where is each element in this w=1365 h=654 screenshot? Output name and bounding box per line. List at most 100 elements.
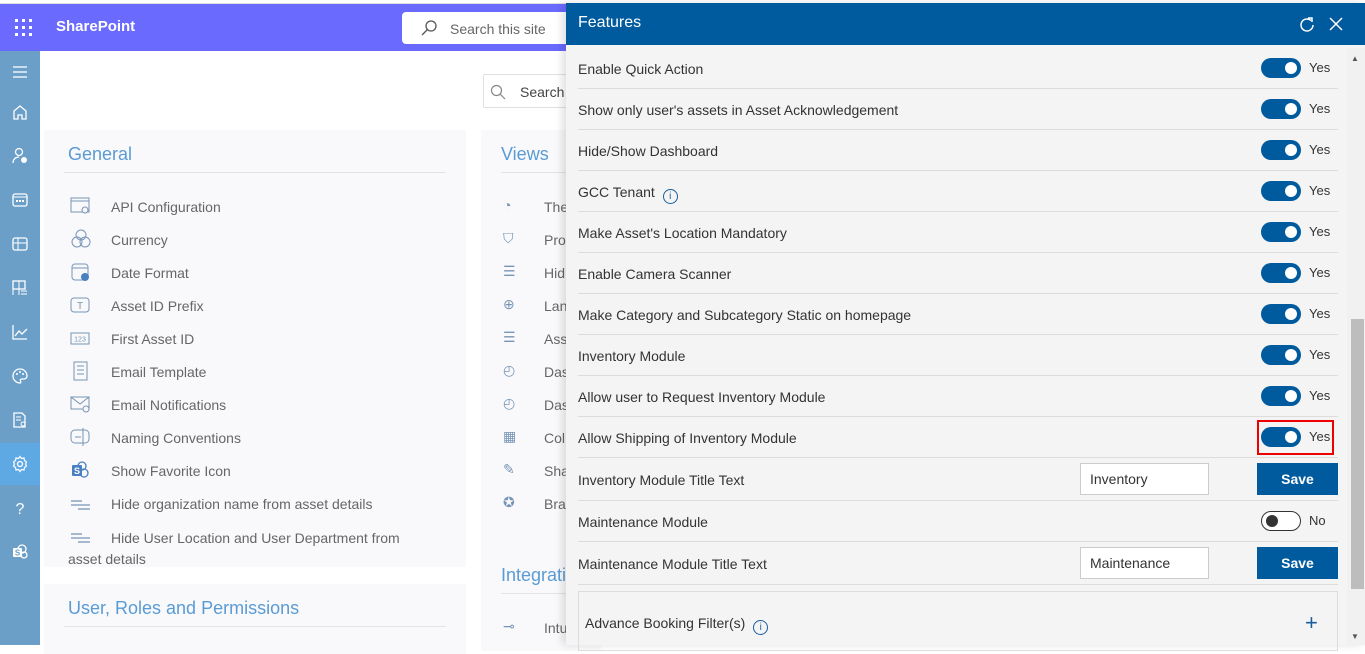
scroll-up-icon[interactable]: ▲: [1351, 54, 1359, 63]
views-item-label: Bra: [544, 496, 566, 512]
feature-row-inventory-title-text: Inventory Module Title Text Save: [578, 458, 1338, 501]
general-item-hide-organization-name[interactable]: Hide organization name from asset detail…: [68, 493, 456, 526]
info-icon[interactable]: i: [662, 189, 678, 204]
nav-settings[interactable]: [0, 443, 40, 485]
help-icon: ?: [16, 501, 25, 517]
app-name[interactable]: SharePoint: [56, 18, 135, 35]
general-item-email-template[interactable]: Email Template: [68, 361, 456, 394]
left-navigation: ? S: [0, 51, 40, 645]
general-item-show-favorite-icon[interactable]: S Show Favorite Icon: [68, 460, 456, 493]
palette-icon: ◔: [503, 197, 512, 213]
nav-calendar[interactable]: [0, 179, 40, 221]
general-item-currency[interactable]: Currency: [68, 229, 456, 262]
general-item-first-asset-id[interactable]: 123 First Asset ID: [68, 328, 456, 361]
general-item-asset-id-prefix[interactable]: T Asset ID Prefix: [68, 295, 456, 328]
feature-row-request-inventory: Allow user to Request Inventory Module Y…: [578, 376, 1338, 417]
gear-icon: [12, 455, 28, 473]
general-item-date-format[interactable]: Date Format: [68, 262, 456, 295]
features-list: Enable Quick Action Yes Show only user's…: [578, 48, 1338, 585]
feature-toggle[interactable]: [1261, 99, 1301, 119]
save-button[interactable]: Save: [1257, 547, 1338, 579]
feature-row-enable-camera-scanner: Enable Camera Scanner Yes: [578, 253, 1338, 294]
toggle-value: Yes: [1309, 306, 1331, 321]
app-launcher-icon[interactable]: [14, 18, 34, 38]
general-title: General: [68, 144, 133, 164]
views-title: Views: [501, 144, 549, 164]
nav-table[interactable]: [0, 223, 40, 265]
feature-row-category-static: Make Category and Subcategory Static on …: [578, 294, 1338, 335]
nav-user-settings[interactable]: [0, 135, 40, 177]
lines-icon: ☰: [503, 329, 516, 345]
refresh-icon[interactable]: [1297, 15, 1317, 35]
feature-toggle[interactable]: [1261, 58, 1301, 78]
feature-toggle[interactable]: [1261, 181, 1301, 201]
panel-scrollbar[interactable]: ▲ ▼: [1347, 48, 1365, 645]
inventory-title-input[interactable]: [1080, 463, 1209, 495]
views-item-label: Hid: [544, 265, 566, 281]
feature-toggle[interactable]: [1261, 304, 1301, 324]
feature-row-inventory-module: Inventory Module Yes: [578, 335, 1338, 376]
search-icon: [421, 20, 437, 36]
views-item-label: Ass: [544, 331, 568, 347]
maintenance-title-input[interactable]: [1080, 547, 1209, 579]
nav-chart[interactable]: [0, 311, 40, 353]
feature-toggle[interactable]: [1261, 386, 1301, 406]
feature-toggle[interactable]: [1261, 222, 1301, 242]
nav-themes[interactable]: [0, 355, 40, 397]
calendar-icon: [12, 193, 28, 207]
feature-toggle[interactable]: [1261, 140, 1301, 160]
general-item-label: Date Format: [111, 265, 189, 281]
feature-toggle[interactable]: [1261, 511, 1301, 531]
user-settings-icon: [12, 147, 27, 164]
svg-text:T: T: [77, 301, 83, 312]
general-item-email-notifications[interactable]: Email Notifications: [68, 394, 456, 427]
lines-icon: [71, 500, 90, 510]
toggle-value: Yes: [1309, 224, 1331, 239]
general-item-naming-conventions[interactable]: Naming Conventions: [68, 427, 456, 460]
list-grid-icon: [12, 280, 27, 295]
feature-row-gcc-tenant: GCC Tenant i Yes: [578, 171, 1338, 212]
home-icon: [13, 105, 27, 120]
sharepoint-icon: S: [72, 461, 89, 478]
toggle-value: Yes: [1309, 60, 1331, 75]
close-icon[interactable]: [1328, 16, 1344, 32]
general-item-label: Currency: [111, 232, 168, 248]
feature-label-wrap: Advance Booking Filter(s) i: [585, 615, 769, 635]
column-settings-icon: ▦: [503, 428, 517, 444]
user-roles-card: User, Roles and Permissions: [44, 584, 466, 654]
feature-toggle[interactable]: [1261, 427, 1301, 447]
add-icon[interactable]: +: [1305, 610, 1318, 636]
save-button[interactable]: Save: [1257, 463, 1338, 495]
toggle-value: Yes: [1309, 183, 1331, 198]
site-search-box[interactable]: Search this site: [402, 12, 572, 44]
general-item-label: Hide organization name from asset detail…: [111, 496, 373, 512]
nav-reports[interactable]: [0, 399, 40, 441]
feature-toggle[interactable]: [1261, 263, 1301, 283]
general-item-label: API Configuration: [111, 199, 221, 215]
feature-row-allow-shipping: Allow Shipping of Inventory Module Yes: [578, 417, 1338, 458]
general-item-label: Naming Conventions: [111, 430, 241, 446]
feature-toggle[interactable]: [1261, 345, 1301, 365]
scroll-down-icon[interactable]: ▼: [1351, 632, 1359, 641]
template-icon: [73, 361, 88, 381]
nav-home[interactable]: [0, 91, 40, 133]
nav-list-grid[interactable]: [0, 267, 40, 309]
divider: [64, 172, 446, 173]
feature-label: Make Asset's Location Mandatory: [578, 225, 787, 241]
nav-help[interactable]: ?: [0, 487, 40, 529]
date-format-icon: [71, 263, 89, 281]
scrollbar-thumb[interactable]: [1351, 319, 1364, 589]
feature-row-hide-show-dashboard: Hide/Show Dashboard Yes: [578, 130, 1338, 171]
nav-menu[interactable]: [0, 51, 40, 93]
feature-label: GCC Tenant: [578, 184, 655, 200]
feature-label: Show only user's assets in Asset Acknowl…: [578, 102, 899, 118]
naming-icon: [70, 428, 90, 446]
info-icon[interactable]: i: [753, 620, 769, 635]
advance-booking-label: Advance Booking Filter(s): [585, 615, 746, 631]
general-item-hide-user-location[interactable]: Hide User Location and User Department f…: [68, 526, 456, 567]
nav-sharepoint[interactable]: S: [0, 531, 40, 573]
general-item-api-configuration[interactable]: API Configuration: [68, 196, 456, 229]
search-icon: [490, 84, 506, 100]
feature-row-maintenance-module: Maintenance Module No: [578, 501, 1338, 542]
feature-label: Maintenance Module Title Text: [578, 556, 767, 572]
